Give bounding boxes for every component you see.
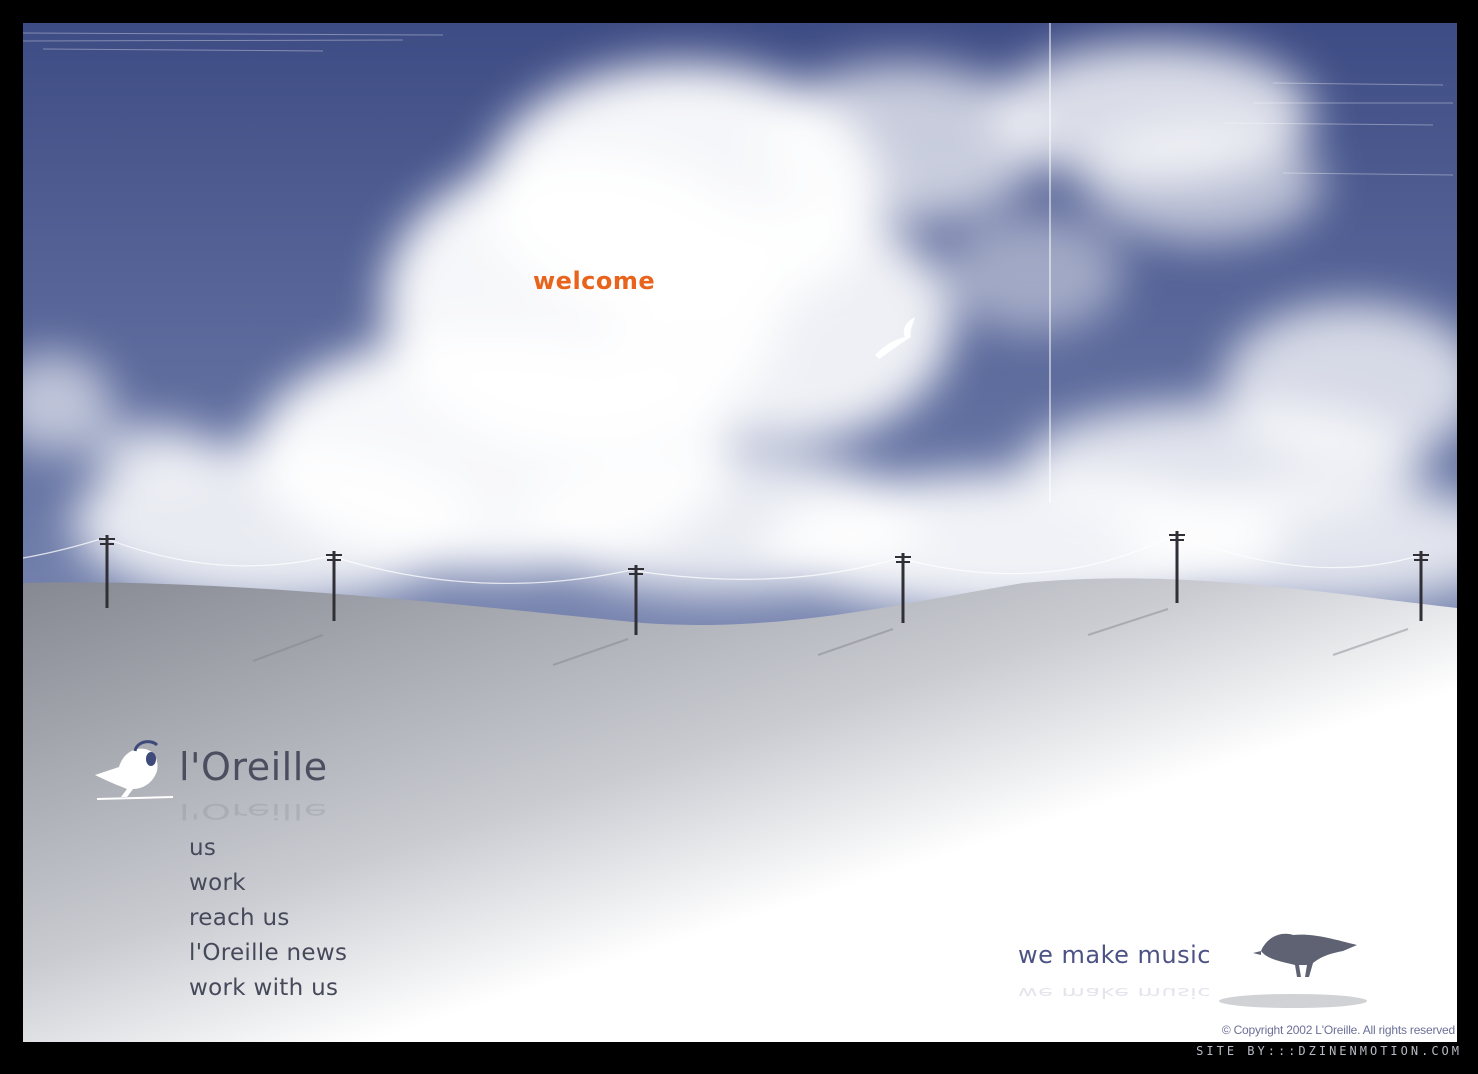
- nav-item-news[interactable]: l'Oreille news: [189, 936, 347, 971]
- logo-text: l'Oreille: [179, 745, 328, 789]
- page-frame: welcome l'Oreille l'Oreille us work reac…: [23, 23, 1457, 1042]
- tagline: we make music: [1018, 941, 1212, 969]
- site-credits-link[interactable]: SITE BY:::DZINENMOTION.COM: [1196, 1044, 1462, 1058]
- welcome-link[interactable]: welcome: [533, 267, 655, 295]
- nav-item-work[interactable]: work: [189, 866, 347, 901]
- nav-item-work-with-us[interactable]: work with us: [189, 971, 347, 1006]
- nav-item-reach-us[interactable]: reach us: [189, 901, 347, 936]
- nav-item-us[interactable]: us: [189, 831, 347, 866]
- logo-reflection: l'Oreille: [179, 798, 328, 823]
- copyright-text: © Copyright 2002 L'Oreille. All rights r…: [1221, 1023, 1455, 1037]
- logo[interactable]: l'Oreille: [93, 741, 393, 801]
- tagline-reflection: we make music: [1018, 984, 1212, 1001]
- main-nav: us work reach us l'Oreille news work wit…: [189, 831, 347, 1006]
